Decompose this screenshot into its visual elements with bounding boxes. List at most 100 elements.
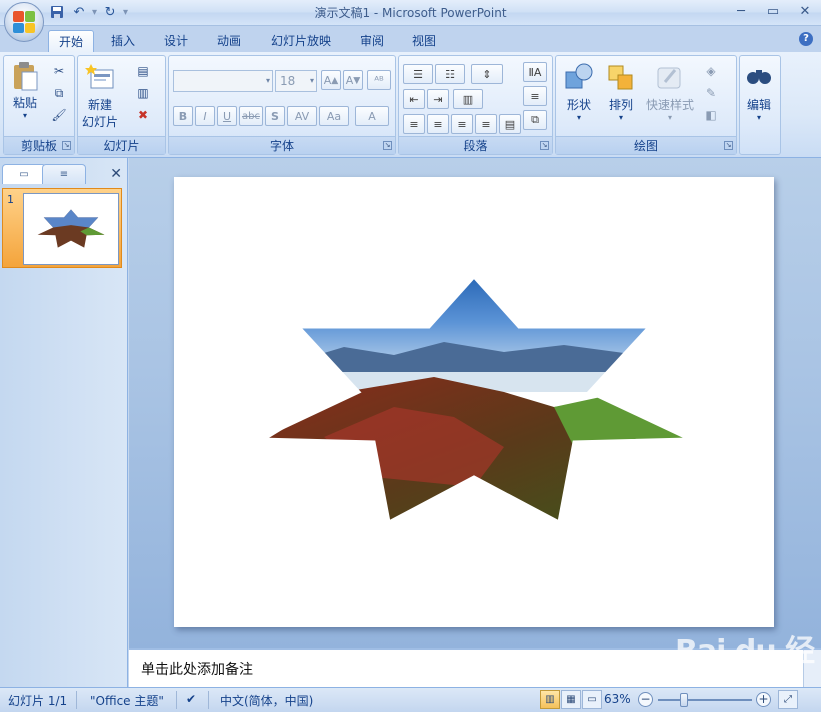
spell-check-icon[interactable]: ✔︎ xyxy=(186,692,196,706)
font-launcher-icon[interactable]: ↘ xyxy=(383,141,392,150)
notes-placeholder[interactable]: 单击此处添加备注 xyxy=(141,659,253,679)
shape-outline-icon[interactable]: ✎ xyxy=(702,84,720,102)
shrink-font-button[interactable]: A ▼ xyxy=(343,70,363,90)
shapes-button[interactable]: 形状 ▾ xyxy=(564,62,594,122)
align-text-button[interactable]: ≡ xyxy=(523,86,547,106)
grow-font-button[interactable]: A ▲ xyxy=(321,70,341,90)
slide-thumbnail[interactable] xyxy=(23,193,119,265)
slide-thumbnail-row[interactable]: 1 xyxy=(2,188,122,268)
align-center-button[interactable]: ≡ xyxy=(427,114,449,134)
paste-dropdown-icon[interactable]: ▾ xyxy=(23,111,27,120)
font-size-combo[interactable]: 18 ▾ xyxy=(275,70,317,92)
tab-animations[interactable]: 动画 xyxy=(207,30,251,52)
zoom-slider-track[interactable] xyxy=(658,699,752,701)
paragraph-launcher-icon[interactable]: ↘ xyxy=(540,141,549,150)
tab-slideshow[interactable]: 幻灯片放映 xyxy=(261,30,341,52)
tab-view[interactable]: 视图 xyxy=(402,30,446,52)
thumbnail-star-image xyxy=(37,209,105,248)
minimize-icon[interactable]: ─ xyxy=(725,0,757,22)
quick-styles-icon xyxy=(657,67,681,89)
justify-button[interactable]: ≡ xyxy=(475,114,497,134)
slide-sorter-icon[interactable]: ▦ xyxy=(561,690,581,709)
group-drawing: 形状 ▾ 排列 ▾ 快速样式 ▾ ◈ ✎ ◧ 绘图 ↘ xyxy=(555,55,737,155)
ribbon-tabs: 开始 插入 设计 动画 幻灯片放映 审阅 视图 ? xyxy=(0,26,821,52)
text-direction-button[interactable]: ⅡA xyxy=(523,62,547,82)
change-case-button[interactable]: Aa xyxy=(319,106,349,126)
layout-icon[interactable]: ▤ xyxy=(134,62,152,80)
zoom-level[interactable]: 63% xyxy=(604,692,631,706)
slideshow-view-icon[interactable]: ▭ xyxy=(582,690,602,709)
group-font: ▾ 18 ▾ A ▲ A ▼ ᴬᴮ B I U abc S AV Aa A 字体 ↘ xyxy=(168,55,396,155)
increase-indent-button[interactable]: ⇥ xyxy=(427,89,449,109)
slide-canvas[interactable] xyxy=(174,177,774,627)
font-color-button[interactable]: A xyxy=(355,106,389,126)
format-painter-icon[interactable]: 🖌 xyxy=(50,106,68,124)
quick-styles-dropdown-icon: ▾ xyxy=(668,113,673,122)
numbering-button[interactable]: ☷ xyxy=(435,64,465,84)
char-spacing-button[interactable]: AV xyxy=(287,106,317,126)
shape-effects-icon[interactable]: ◧ xyxy=(702,106,720,124)
quick-styles-button[interactable]: 快速样式 ▾ xyxy=(646,62,694,122)
status-divider xyxy=(208,691,209,709)
cut-icon[interactable]: ✂ xyxy=(50,62,68,80)
zoom-out-icon[interactable]: − xyxy=(638,692,653,707)
panel-close-icon[interactable]: ✕ xyxy=(110,166,122,182)
arrange-icon xyxy=(608,65,633,90)
align-left-button[interactable]: ≡ xyxy=(403,114,425,134)
window-controls: ─ ▭ ✕ xyxy=(725,0,821,22)
paste-button[interactable]: 粘贴 ▾ xyxy=(10,60,40,120)
baidu-watermark-url: jingyan.baidu.com xyxy=(708,661,801,672)
decrease-indent-button[interactable]: ⇤ xyxy=(403,89,425,109)
reset-icon[interactable]: ▥ xyxy=(134,84,152,102)
font-name-combo[interactable]: ▾ xyxy=(173,70,273,92)
bullets-button[interactable]: ☰ xyxy=(403,64,433,84)
new-slide-icon xyxy=(85,64,114,89)
bold-button[interactable]: B xyxy=(173,106,193,126)
font-group-label: 字体 xyxy=(169,136,395,154)
tab-review[interactable]: 审阅 xyxy=(350,30,394,52)
editing-button[interactable]: 编辑 ▾ xyxy=(744,62,774,122)
slides-panel: ▭ ≡ ✕ 1 xyxy=(0,158,128,687)
align-right-button[interactable]: ≡ xyxy=(451,114,473,134)
office-button[interactable] xyxy=(4,2,44,42)
window-title: 演示文稿1 - Microsoft PowerPoint xyxy=(314,6,507,20)
delete-slide-icon[interactable]: ✖ xyxy=(134,106,152,124)
editing-dropdown-icon: ▾ xyxy=(756,113,761,122)
italic-button[interactable]: I xyxy=(195,106,215,126)
editing-label: 编辑 xyxy=(746,98,771,112)
office-logo-icon xyxy=(13,11,35,33)
shape-fill-icon[interactable]: ◈ xyxy=(702,62,720,80)
underline-button[interactable]: U xyxy=(217,106,237,126)
shapes-icon xyxy=(565,63,593,89)
help-icon[interactable]: ? xyxy=(799,32,813,46)
star-picture[interactable] xyxy=(174,177,774,627)
zoom-slider-thumb[interactable] xyxy=(680,693,688,707)
distribute-button[interactable]: ▤ xyxy=(499,114,521,134)
drawing-launcher-icon[interactable]: ↘ xyxy=(724,141,733,150)
shadow-button[interactable]: S xyxy=(265,106,285,126)
line-spacing-button[interactable]: ⇕ xyxy=(471,64,503,84)
clear-format-icon[interactable]: ᴬᴮ xyxy=(367,70,391,90)
normal-view-icon[interactable]: ▥ xyxy=(540,690,560,709)
tab-insert[interactable]: 插入 xyxy=(101,30,145,52)
zoom-in-icon[interactable]: + xyxy=(756,692,771,707)
close-icon[interactable]: ✕ xyxy=(789,0,821,22)
paste-icon xyxy=(14,62,38,91)
slide-editing-area xyxy=(129,158,821,648)
columns-button[interactable]: ▥ xyxy=(453,89,483,109)
group-clipboard: 粘贴 ▾ ✂ ⧉ 🖌 剪贴板 ↘ xyxy=(3,55,75,155)
shapes-dropdown-icon: ▾ xyxy=(576,113,581,122)
tab-design[interactable]: 设计 xyxy=(154,30,198,52)
tab-home[interactable]: 开始 xyxy=(48,30,95,52)
outline-tab-icon[interactable]: ≡ xyxy=(42,164,86,184)
maximize-icon[interactable]: ▭ xyxy=(757,0,789,22)
copy-icon[interactable]: ⧉ xyxy=(50,84,68,102)
strikethrough-button[interactable]: abc xyxy=(239,106,263,126)
clipboard-launcher-icon[interactable]: ↘ xyxy=(62,141,71,150)
new-slide-button[interactable]: 新建 幻灯片 xyxy=(82,62,118,130)
fit-to-window-icon[interactable]: ⤢ xyxy=(778,690,798,709)
language[interactable]: 中文(简体，中国) xyxy=(220,692,313,709)
smartart-button[interactable]: ⧉ xyxy=(523,110,547,130)
slides-tab-icon[interactable]: ▭ xyxy=(2,164,46,184)
arrange-button[interactable]: 排列 ▾ xyxy=(606,62,636,122)
